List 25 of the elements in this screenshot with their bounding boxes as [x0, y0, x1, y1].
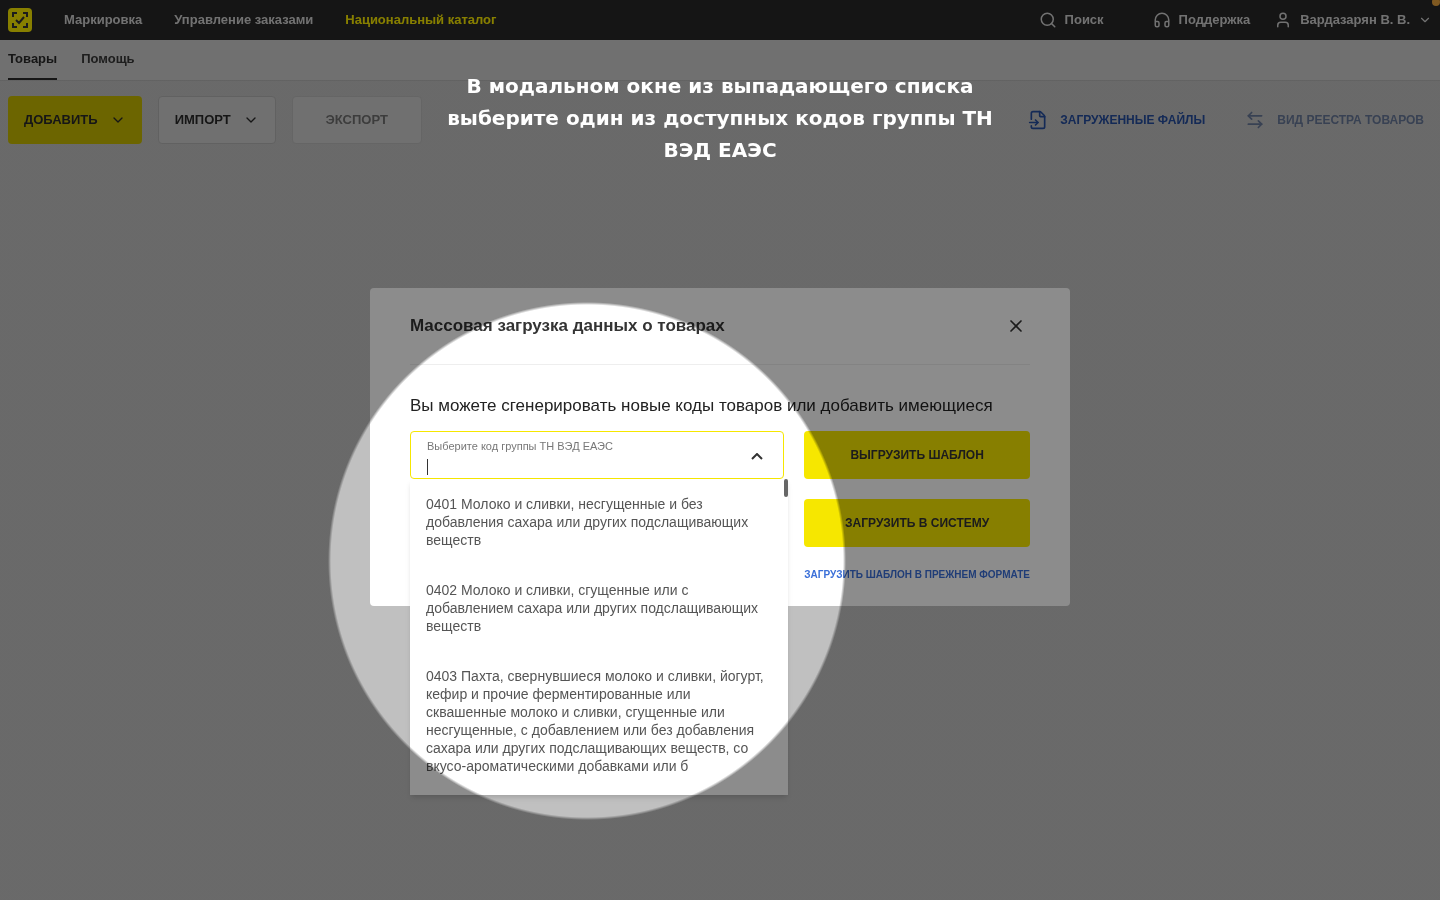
tutorial-caption: В модальном окне из выпадающего списка выберите один из доступных кодов группы ТН ВЭД ЕАЭС [446, 73, 994, 164]
code-select-field[interactable]: Выберите код группы ТН ВЭД ЕАЭС [410, 430, 785, 479]
toolbar-button[interactable]: ДОБАВИТЬ [8, 96, 142, 144]
legacy-template-link[interactable]: ЗАГРУЗИТЬ ШАБЛОН В ПРЕЖНЕМ ФОРМАТЕ [804, 566, 1030, 582]
search-icon [1038, 11, 1057, 29]
nav-link[interactable]: Управление заказами [174, 10, 314, 30]
scrollbar-thumb[interactable] [784, 478, 788, 497]
nav-link[interactable]: Национальный каталог [345, 10, 497, 30]
user-menu[interactable]: Вардазарян В. В. [1274, 10, 1432, 30]
dropdown-option[interactable]: 0401 Молоко и сливки, несгущенные и без добавления сахара или других подслащивающих веществ [410, 478, 788, 565]
nav-link[interactable]: Маркировка [64, 10, 143, 30]
chevron-up-icon[interactable] [751, 453, 764, 460]
action-button[interactable]: ВЫГРУЗИТЬ ШАБЛОН [804, 430, 1030, 479]
action-button[interactable]: ЗАГРУЗИТЬ В СИСТЕМУ [804, 498, 1030, 547]
headset-icon [1152, 11, 1171, 29]
search-input[interactable]: Поиск [1064, 10, 1125, 30]
dropdown-option[interactable]: 0402 Молоко и сливки, сгущенные или с добавлением сахара или других подслащивающих веществ [410, 564, 788, 651]
dropdown-option[interactable]: 0403 Пахта, свернувшиеся молоко и сливки, йогурт, кефир и прочие ферментированные или сквашенные молоко и сливки, сгущенные или несгущенные, с добавлением или без добавления сахара или других подслащивающих веществ, со вкусо-ароматическими добавками или б [410, 650, 788, 791]
field-label: Выберите код группы ТН ВЭД ЕАЭС [427, 439, 613, 455]
support-link[interactable]: Поддержка [1152, 10, 1251, 30]
logo-icon[interactable] [8, 8, 32, 32]
text-cursor [427, 458, 428, 475]
toolbar-button[interactable]: ИМПОРТ [157, 96, 276, 144]
search-field[interactable]: Поиск [1038, 10, 1129, 30]
toolbar-link[interactable]: ЗАГРУЖЕННЫЕ ФАЙЛЫ [1028, 110, 1206, 130]
